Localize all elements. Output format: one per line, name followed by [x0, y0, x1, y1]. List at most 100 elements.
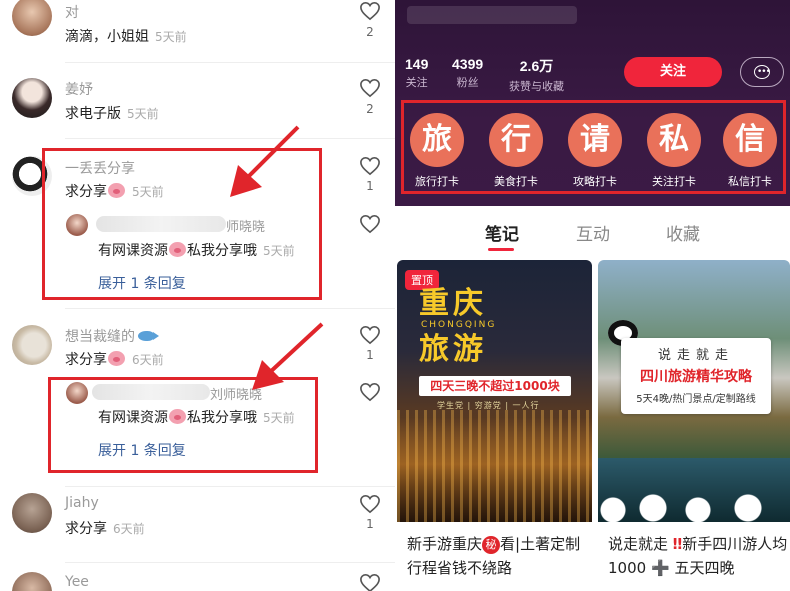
cover-subtitle: CHONGQING — [421, 320, 497, 330]
category-follow[interactable]: 私 关注打卡 — [641, 113, 707, 189]
category-label: 私信打卡 — [728, 175, 772, 188]
like-heart-icon[interactable] — [359, 78, 381, 98]
category-message[interactable]: 信 私信打卡 — [717, 113, 783, 189]
like-heart-icon[interactable] — [359, 325, 381, 345]
comment-text: 滴滴，小姐姐 5天前 — [65, 26, 187, 46]
comment-list: 对 滴滴，小姐姐 5天前 2 姜妤 求电子版 5天前 2 一丢丢分享 求分享 5天前 … — [0, 0, 395, 591]
like-count: 2 — [366, 25, 374, 39]
comment-item[interactable]: Jiahy 求分享 6天前 1 — [0, 490, 395, 560]
screen: 对 滴滴，小姐姐 5天前 2 姜妤 求电子版 5天前 2 一丢丢分享 求分享 5天前 … — [0, 0, 790, 591]
category-label: 攻略打卡 — [573, 175, 617, 188]
comment-body: 求分享 — [65, 352, 107, 368]
stat-number: 4399 — [452, 56, 484, 72]
avatar[interactable] — [12, 325, 52, 365]
stat-following[interactable]: 149 关注 — [405, 56, 428, 90]
comment-text: 求电子版 5天前 — [65, 103, 159, 123]
cover-subtitle: 四川旅游精华攻略 — [640, 369, 752, 385]
stat-label: 关注 — [405, 76, 428, 89]
like-count: 2 — [366, 102, 374, 116]
message-button[interactable]: ••• — [740, 57, 784, 87]
comment-username[interactable]: 姜妤 — [65, 79, 93, 99]
comment-item[interactable]: Yee — [0, 566, 395, 591]
stat-label: 获赞与收藏 — [509, 80, 564, 93]
category-circle: 行 — [489, 113, 543, 167]
cover-tags: 5天4晚/热门景点/定制路线 — [636, 394, 756, 405]
comment-time: 6天前 — [132, 353, 164, 367]
category-circle: 请 — [568, 113, 622, 167]
active-tab-indicator — [488, 248, 514, 251]
avatar[interactable] — [12, 572, 52, 591]
note-card[interactable]: 置顶 重庆 旅游 CHONGQING 四天三晚不超过1000块 学生党 | 穷游党… — [397, 260, 592, 591]
comment-username[interactable]: Jiahy — [65, 495, 99, 511]
comment-time: 5天前 — [127, 107, 159, 121]
category-travel[interactable]: 旅 旅行打卡 — [404, 113, 470, 189]
comment-body: 滴滴，小姐姐 — [65, 29, 149, 45]
annotation-arrow-icon — [252, 322, 324, 390]
cover-board: 说走就走 四川旅游精华攻略 5天4晚/热门景点/定制路线 — [621, 338, 771, 414]
category-label: 美食打卡 — [494, 175, 538, 188]
comment-username[interactable]: 对 — [65, 2, 79, 22]
profile-header: 149 关注 4399 粉丝 2.6万 获赞与收藏 关注 ••• 旅 旅行打卡 — [395, 0, 790, 206]
avatar[interactable] — [12, 78, 52, 118]
profile-panel: 149 关注 4399 粉丝 2.6万 获赞与收藏 关注 ••• 旅 旅行打卡 — [395, 0, 790, 591]
note-title[interactable]: 说走就走 ‼新手四川游人均1000 ➕ 五天四晚 — [608, 532, 788, 580]
stat-followers[interactable]: 4399 粉丝 — [452, 56, 483, 90]
category-annotation-box: 旅 旅行打卡 行 美食打卡 请 攻略打卡 私 关注打卡 信 私信打卡 — [401, 100, 786, 194]
reply-like-heart-icon[interactable] — [359, 214, 381, 234]
category-food[interactable]: 行 美食打卡 — [483, 113, 549, 189]
comment-item[interactable]: 对 滴滴，小姐姐 5天前 2 — [0, 0, 395, 66]
divider — [65, 308, 395, 309]
comment-username[interactable]: Yee — [65, 574, 89, 590]
category-circle: 私 — [647, 113, 701, 167]
category-circle: 信 — [723, 113, 777, 167]
comment-username[interactable]: 想当裁缝的 — [65, 326, 159, 346]
comment-body: 求电子版 — [65, 106, 121, 122]
note-card[interactable]: 说走就走 四川旅游精华攻略 5天4晚/热门景点/定制路线 说走就走 ‼新手四川游… — [598, 260, 790, 591]
stat-label: 粉丝 — [456, 76, 479, 89]
cover-banner: 四天三晚不超过1000块 — [419, 376, 571, 396]
plus-icon: ➕ — [650, 559, 670, 577]
avatar[interactable] — [12, 493, 52, 533]
like-heart-icon[interactable] — [359, 156, 381, 176]
stat-number: 2.6万 — [519, 58, 554, 74]
category-label: 关注打卡 — [652, 175, 696, 188]
divider — [65, 486, 395, 487]
secret-badge-icon: 秘 — [482, 536, 501, 554]
tab-notes[interactable]: 笔记 — [485, 220, 519, 245]
note-cover-image[interactable]: 说走就走 四川旅游精华攻略 5天4晚/热门景点/定制路线 — [598, 260, 790, 522]
cover-tags: 学生党 | 穷游党 | 一人行 — [437, 401, 540, 410]
panda-row-icon — [598, 492, 790, 522]
like-heart-icon[interactable] — [359, 494, 381, 514]
stat-likes-collects[interactable]: 2.6万 获赞与收藏 — [509, 56, 564, 94]
category-guide[interactable]: 请 攻略打卡 — [562, 113, 628, 189]
note-cover-image[interactable]: 置顶 重庆 旅游 CHONGQING 四天三晚不超过1000块 学生党 | 穷游党… — [397, 260, 592, 522]
like-count: 1 — [366, 517, 374, 531]
stat-number: 149 — [405, 56, 429, 72]
divider — [65, 62, 395, 63]
blurred-profile-name — [407, 6, 577, 24]
like-heart-icon[interactable] — [359, 1, 381, 21]
reply-like-heart-icon[interactable] — [359, 382, 381, 402]
category-label: 旅行打卡 — [415, 175, 459, 188]
category-circle: 旅 — [410, 113, 464, 167]
double-exclamation-icon: ‼ — [672, 535, 683, 553]
like-count: 1 — [366, 348, 374, 362]
divider — [65, 562, 395, 563]
tab-interactions[interactable]: 互动 — [576, 220, 610, 245]
fish-emoji-icon — [138, 331, 159, 341]
comment-text: 求分享 6天前 — [65, 349, 164, 369]
like-heart-icon[interactable] — [359, 573, 381, 591]
comment-text: 求分享 6天前 — [65, 518, 145, 538]
comment-body: 求分享 — [65, 521, 107, 537]
annotation-arrow-icon — [230, 125, 300, 197]
comment-item[interactable]: 姜妤 求电子版 5天前 2 — [0, 70, 395, 136]
cover-title: 说走就走 — [657, 348, 734, 363]
follow-button[interactable]: 关注 — [624, 57, 722, 87]
pig-emoji-icon — [108, 351, 125, 366]
comment-time: 6天前 — [113, 522, 145, 536]
avatar[interactable] — [12, 0, 52, 36]
note-title[interactable]: 新手游重庆秘看|土著定制行程省钱不绕路 — [407, 532, 587, 580]
profile-tabs: 笔记 互动 收藏 — [395, 206, 790, 258]
like-count: 1 — [366, 179, 374, 193]
tab-collections[interactable]: 收藏 — [666, 220, 700, 245]
